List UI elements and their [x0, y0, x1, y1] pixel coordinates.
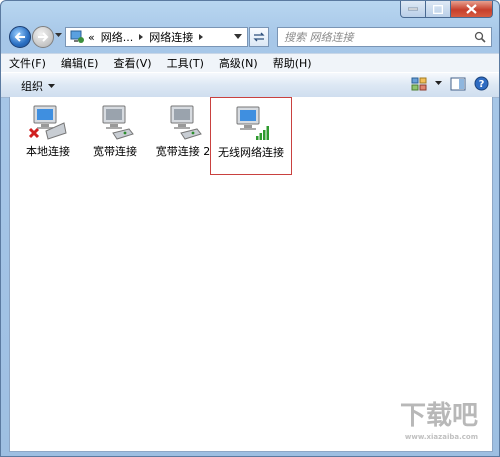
breadcrumb-network[interactable]: 网络...: [101, 29, 134, 45]
title-bar: [1, 1, 499, 19]
maximize-icon: [433, 4, 443, 14]
connection-local-area[interactable]: 本地连接: [13, 103, 83, 158]
command-bar: 组织 ?: [1, 72, 499, 98]
refresh-icon: [253, 32, 265, 42]
connection-wireless[interactable]: 无线网络连接: [210, 97, 292, 175]
menu-view[interactable]: 查看(V): [105, 55, 158, 71]
svg-text:?: ?: [479, 79, 485, 90]
connection-label: 宽带连接: [93, 145, 137, 158]
watermark-brand: 下载吧: [399, 401, 478, 431]
search-input[interactable]: 搜索 网络连接: [278, 29, 474, 45]
wireless-icon: [231, 104, 271, 144]
broadband-icon: [95, 103, 135, 143]
chevron-down-icon: [48, 83, 55, 88]
menu-file[interactable]: 文件(F): [1, 55, 53, 71]
file-list-pane: 本地连接 宽带连接 宽带连接 2 无线网络连接 下载吧 www.xiazaiba…: [9, 97, 493, 452]
forward-button[interactable]: [32, 26, 54, 48]
organize-button[interactable]: 组织: [21, 78, 55, 94]
organize-label: 组织: [21, 80, 43, 93]
address-dropdown-icon[interactable]: [234, 34, 242, 40]
breadcrumb-network-connections[interactable]: 网络连接: [149, 29, 193, 45]
breadcrumb-chevron-icon[interactable]: [197, 33, 205, 41]
preview-pane-icon[interactable]: [450, 77, 466, 91]
connection-broadband[interactable]: 宽带连接: [80, 103, 150, 158]
back-arrow-icon: [14, 32, 25, 42]
menu-bar: 文件(F) 编辑(E) 查看(V) 工具(T) 高级(N) 帮助(H): [1, 53, 499, 72]
explorer-window: « 网络... 网络连接 搜索 网络连接 文件(F) 编辑(E) 查看(V) 工…: [0, 0, 500, 457]
forward-arrow-icon: [38, 32, 49, 42]
breadcrumb-overflow[interactable]: «: [88, 31, 95, 44]
minimize-button[interactable]: [400, 1, 426, 18]
help-icon[interactable]: ?: [474, 76, 489, 91]
navigation-row: « 网络... 网络连接 搜索 网络连接: [1, 23, 499, 51]
watermark-logo: 下载吧 www.xiazaiba.com: [400, 395, 478, 441]
caption-buttons: [400, 1, 493, 18]
watermark-url: www.xiazaiba.com: [404, 433, 478, 441]
change-view-icon[interactable]: [411, 77, 427, 91]
network-folder-icon: [70, 30, 84, 43]
refresh-button[interactable]: [249, 27, 269, 47]
menu-help[interactable]: 帮助(H): [265, 55, 319, 71]
maximize-button[interactable]: [426, 1, 451, 18]
search-box[interactable]: 搜索 网络连接: [277, 27, 492, 47]
back-button[interactable]: [9, 26, 31, 48]
broadband-icon: [163, 103, 203, 143]
connection-broadband-2[interactable]: 宽带连接 2: [148, 103, 218, 158]
menu-edit[interactable]: 编辑(E): [53, 55, 106, 71]
address-bar[interactable]: « 网络... 网络连接: [65, 27, 248, 47]
recent-pages-chevron-icon[interactable]: [55, 33, 62, 38]
view-controls: ?: [403, 76, 489, 91]
menu-advanced[interactable]: 高级(N): [211, 55, 265, 71]
close-button[interactable]: [451, 1, 493, 18]
close-icon: [466, 4, 477, 14]
minimize-icon: [408, 7, 418, 11]
menu-tools[interactable]: 工具(T): [159, 55, 211, 71]
connection-label: 本地连接: [26, 145, 70, 158]
disconnected-lan-icon: [28, 103, 68, 143]
connection-label: 无线网络连接: [218, 146, 284, 159]
connection-label: 宽带连接 2: [155, 145, 211, 158]
search-icon[interactable]: [474, 31, 486, 43]
breadcrumb-chevron-icon[interactable]: [137, 33, 145, 41]
view-options-chevron-icon[interactable]: [435, 81, 442, 86]
